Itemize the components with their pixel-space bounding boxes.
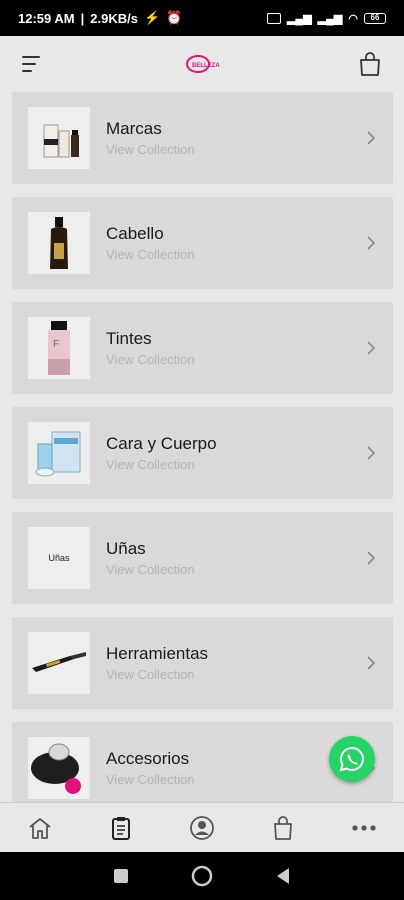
tab-cart[interactable] — [263, 808, 303, 848]
collection-card-tintes[interactable]: F Tintes View Collection — [12, 302, 393, 394]
collection-subtitle: View Collection — [106, 457, 195, 472]
collection-card-unas[interactable]: Uñas Uñas View Collection — [12, 512, 393, 604]
status-time: 12:59 AM — [18, 10, 75, 26]
skincare-products-icon — [35, 431, 81, 477]
home-nav-button[interactable] — [191, 865, 213, 887]
whatsapp-icon — [339, 746, 364, 772]
shopping-bag-icon[interactable] — [358, 51, 382, 77]
collection-subtitle: View Collection — [106, 772, 195, 787]
collection-title: Cabello — [106, 224, 164, 243]
back-triangle-icon — [277, 868, 290, 884]
chevron-right-icon — [367, 446, 376, 460]
sim-icon — [266, 12, 281, 24]
collection-thumbnail — [28, 632, 90, 694]
wifi-icon: ◠ — [348, 12, 358, 25]
collection-thumbnail: F — [28, 317, 90, 379]
status-separator: | — [80, 10, 85, 26]
chevron-right-icon — [367, 236, 376, 250]
collection-title: Herramientas — [106, 644, 209, 663]
collection-subtitle: View Collection — [106, 667, 195, 682]
catalog-icon — [112, 816, 131, 840]
collection-subtitle: View Collection — [106, 247, 195, 262]
bottom-tab-bar — [0, 802, 404, 852]
system-nav-bar — [0, 852, 404, 900]
recents-button[interactable] — [110, 865, 132, 887]
tab-more[interactable] — [344, 808, 384, 848]
chevron-right-icon — [367, 551, 376, 565]
collection-title: Accesorios — [106, 749, 190, 768]
collection-list: Marcas View Collection Cabello View Coll… — [12, 92, 393, 827]
signal-icon: ▂▄▆ — [286, 12, 312, 25]
network-speed: 2.9KB/s — [90, 10, 138, 26]
collection-thumbnail: Uñas — [28, 527, 90, 589]
collection-card-cabello[interactable]: Cabello View Collection — [12, 197, 393, 289]
more-icon — [351, 824, 376, 831]
whatsapp-chat-button[interactable] — [329, 736, 375, 782]
tab-catalog[interactable] — [101, 808, 141, 848]
hair-straightener-icon — [32, 652, 86, 672]
chevron-right-icon — [367, 656, 376, 670]
collection-title: Cara y Cuerpo — [106, 434, 217, 453]
collection-subtitle: View Collection — [106, 352, 195, 367]
account-icon — [190, 815, 214, 840]
status-bar: 12:59 AM | 2.9KB/s ⚡ ⏰ ▂▄▆ ▂▄▆ ◠ 66 — [0, 0, 404, 36]
svg-text:F: F — [53, 339, 59, 350]
hair-dye-bottle-icon: F — [48, 321, 70, 375]
tab-account[interactable] — [182, 808, 222, 848]
cart-icon — [273, 815, 292, 840]
brand-logo[interactable]: BELLEZA — [184, 53, 220, 75]
thumbnail-label: Uñas — [48, 553, 70, 563]
menu-button[interactable] — [22, 54, 44, 74]
square-icon — [113, 869, 128, 883]
collection-title: Marcas — [106, 119, 162, 138]
chevron-right-icon — [367, 131, 376, 145]
collection-thumbnail — [28, 107, 90, 169]
circle-icon — [191, 865, 213, 887]
tab-home[interactable] — [20, 808, 60, 848]
home-icon — [29, 817, 51, 839]
collection-thumbnail — [28, 737, 90, 799]
collection-card-herramientas[interactable]: Herramientas View Collection — [12, 617, 393, 709]
collection-subtitle: View Collection — [106, 142, 195, 157]
collection-thumbnail — [28, 212, 90, 274]
collection-title: Tintes — [106, 329, 152, 348]
data-saver-icon: ⚡ — [143, 10, 161, 25]
battery-icon: 66 — [364, 12, 386, 24]
svg-text:BELLEZA: BELLEZA — [192, 63, 220, 69]
collection-subtitle: View Collection — [106, 562, 195, 577]
collection-card-marcas[interactable]: Marcas View Collection — [12, 92, 393, 184]
signal-icon-2: ▂▄▆ — [317, 12, 343, 25]
hair-oil-bottle-icon — [50, 217, 68, 269]
collection-thumbnail — [28, 422, 90, 484]
collection-title: Uñas — [106, 539, 146, 558]
product-bottles-icon — [43, 124, 79, 158]
hair-accessory-icon — [31, 743, 81, 794]
collection-card-cara-y-cuerpo[interactable]: Cara y Cuerpo View Collection — [12, 407, 393, 499]
chevron-right-icon — [367, 341, 376, 355]
app-header: BELLEZA — [0, 36, 404, 92]
alarm-icon: ⏰ — [166, 10, 183, 25]
back-button[interactable] — [272, 865, 294, 887]
